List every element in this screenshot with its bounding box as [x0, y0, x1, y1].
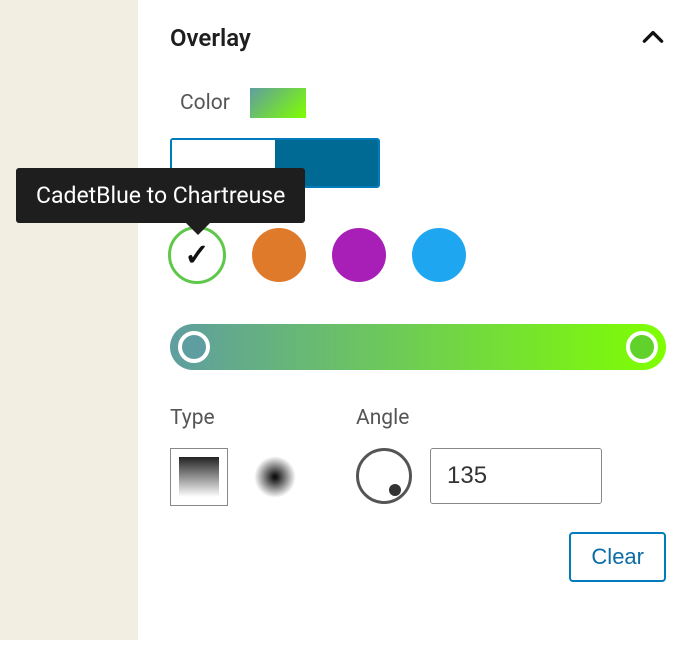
type-label: Type — [170, 406, 296, 430]
angle-label: Angle — [356, 406, 602, 430]
color-property-row: Color — [170, 88, 666, 118]
angle-input[interactable] — [430, 448, 602, 504]
preset-tooltip: CadetBlue to Chartreuse — [16, 168, 305, 223]
gradient-stop-end[interactable] — [626, 331, 658, 363]
angle-row — [356, 448, 602, 504]
angle-indicator-icon — [389, 484, 401, 496]
type-linear-button[interactable] — [170, 448, 228, 506]
preset-orange[interactable] — [252, 228, 306, 282]
panel-title: Overlay — [170, 24, 251, 52]
angle-control: Angle — [356, 406, 602, 506]
angle-dial[interactable] — [356, 448, 412, 504]
gradient-editor — [170, 324, 666, 370]
clear-row: Clear — [170, 532, 666, 582]
editor-canvas-strip — [0, 0, 138, 640]
gradient-controls-row: Type Angle — [170, 406, 666, 506]
gradient-presets: ✓ — [170, 228, 666, 284]
clear-button[interactable]: Clear — [569, 532, 666, 582]
linear-gradient-icon — [179, 457, 219, 497]
panel-header: Overlay — [170, 24, 666, 52]
preset-blue[interactable] — [412, 228, 466, 282]
checkmark-icon: ✓ — [184, 238, 209, 273]
type-radial-button[interactable] — [254, 456, 296, 498]
type-control: Type — [170, 406, 296, 506]
current-gradient-swatch[interactable] — [250, 88, 306, 118]
collapse-icon[interactable] — [640, 25, 666, 51]
gradient-bar[interactable] — [170, 324, 666, 370]
preset-purple[interactable] — [332, 228, 386, 282]
type-options — [170, 448, 296, 506]
color-label: Color — [180, 91, 230, 115]
preset-tooltip-wrap: CadetBlue to Chartreuse — [16, 168, 305, 223]
gradient-stop-start[interactable] — [178, 331, 210, 363]
overlay-panel: Overlay Color CadetBlue to Chartreuse ✓ … — [146, 0, 694, 654]
